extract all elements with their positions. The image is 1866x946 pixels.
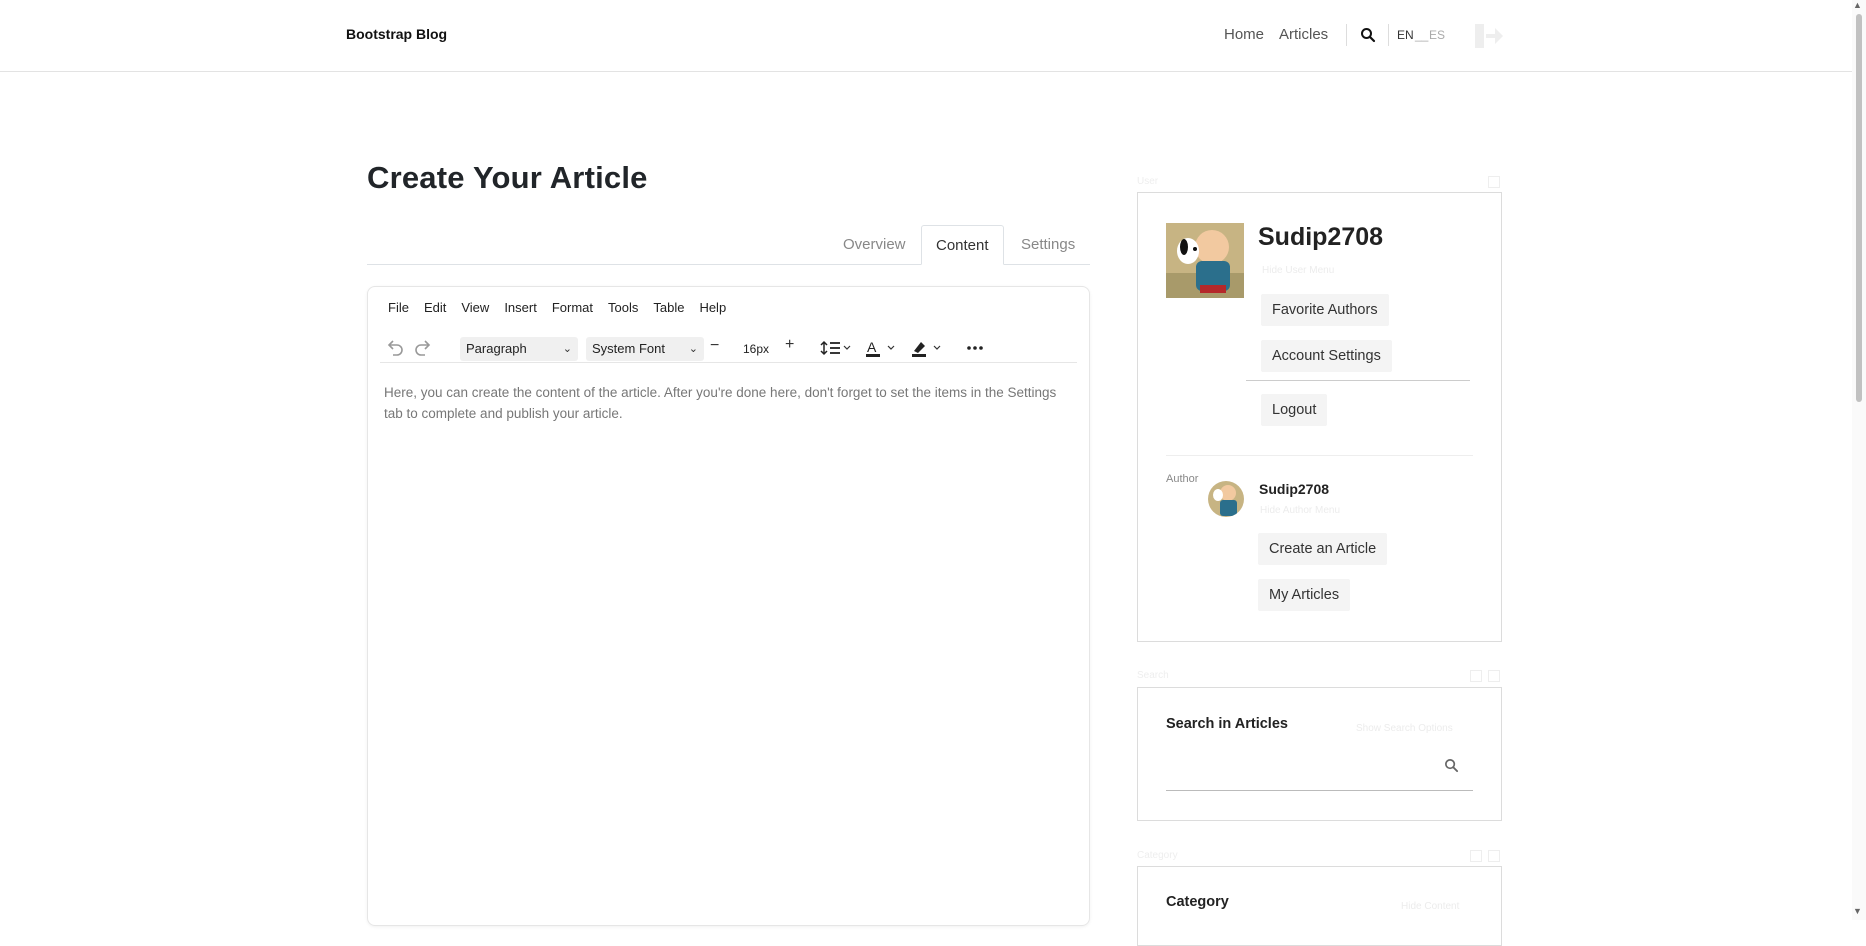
- category-card-title: Category: [1166, 894, 1229, 910]
- tab-overview[interactable]: Overview: [829, 225, 920, 265]
- lang-es-link[interactable]: ES: [1429, 28, 1445, 42]
- logout-button[interactable]: Logout: [1261, 394, 1328, 426]
- menu-file[interactable]: File: [388, 300, 409, 315]
- text-color-icon[interactable]: A: [864, 337, 900, 359]
- category-card: Category Hide Content: [1137, 866, 1502, 946]
- brand-logo[interactable]: Bootstrap Blog: [346, 26, 447, 42]
- tab-content[interactable]: Content: [921, 225, 1004, 265]
- my-articles-button[interactable]: My Articles: [1258, 579, 1351, 611]
- user-name: Sudip2708: [1258, 223, 1384, 251]
- menu-table[interactable]: Table: [653, 300, 684, 315]
- editor-toolbar: Paragraph ⌄ System Font ⌄ − 16px + A: [380, 333, 1077, 363]
- font-size-decrease-button[interactable]: −: [710, 337, 719, 355]
- nav-divider: [1388, 24, 1389, 46]
- menu-view[interactable]: View: [461, 300, 489, 315]
- logout-icon[interactable]: [1474, 22, 1504, 50]
- editor-menubar: File Edit View Insert Format Tools Table…: [388, 300, 741, 315]
- menu-format[interactable]: Format: [552, 300, 593, 315]
- account-settings-button[interactable]: Account Settings: [1261, 340, 1392, 372]
- font-size-increase-button[interactable]: +: [785, 336, 794, 354]
- user-section-label: User: [1137, 176, 1159, 187]
- tab-settings[interactable]: Settings: [1007, 225, 1089, 265]
- block-format-select[interactable]: Paragraph ⌄: [460, 337, 578, 361]
- search-card: Search in Articles Show Search Options: [1137, 687, 1502, 821]
- chevron-down-icon: ⌄: [688, 343, 698, 355]
- expand-box-icon[interactable]: [1470, 670, 1482, 682]
- author-name: Sudip2708: [1259, 481, 1330, 497]
- hide-user-menu-link[interactable]: Hide User Menu: [1262, 265, 1334, 276]
- more-options-icon[interactable]: [964, 337, 986, 359]
- chevron-down-icon: ⌄: [562, 343, 572, 355]
- section-divider: [1166, 455, 1473, 456]
- nav-home-link[interactable]: Home: [1224, 26, 1264, 43]
- menu-help[interactable]: Help: [699, 300, 726, 315]
- author-avatar: [1208, 481, 1244, 517]
- font-size-value[interactable]: 16px: [743, 342, 769, 356]
- hide-author-menu-link[interactable]: Hide Author Menu: [1260, 505, 1340, 516]
- nav-articles-link[interactable]: Articles: [1279, 26, 1328, 43]
- user-menu-divider: [1246, 380, 1470, 381]
- category-section-label: Category: [1137, 850, 1178, 861]
- menu-tools[interactable]: Tools: [608, 300, 638, 315]
- search-section-label: Search: [1137, 670, 1169, 681]
- search-input[interactable]: [1166, 790, 1473, 791]
- editor-content-area[interactable]: Here, you can create the content of the …: [384, 382, 1074, 424]
- expand-box-icon[interactable]: [1470, 850, 1482, 862]
- article-tabs: Overview Content Settings: [367, 225, 1090, 265]
- search-icon[interactable]: [1360, 27, 1376, 43]
- show-search-options-link[interactable]: Show Search Options: [1356, 723, 1453, 734]
- line-height-icon[interactable]: [820, 337, 854, 359]
- font-family-select[interactable]: System Font ⌄: [586, 337, 704, 361]
- collapse-box-icon[interactable]: [1488, 850, 1500, 862]
- redo-icon[interactable]: [412, 337, 434, 359]
- svg-text:A: A: [867, 339, 877, 355]
- scroll-up-arrow-icon[interactable]: ▲: [1853, 0, 1862, 10]
- scroll-down-arrow-icon[interactable]: ▼: [1853, 906, 1862, 916]
- user-avatar: [1166, 223, 1244, 298]
- font-family-value: System Font: [592, 341, 665, 356]
- top-navbar: Bootstrap Blog Home Articles EN __ ES: [0, 0, 1852, 72]
- hide-content-link[interactable]: Hide Content: [1401, 901, 1459, 912]
- nav-divider: [1346, 24, 1347, 46]
- highlight-color-icon[interactable]: [910, 337, 946, 359]
- undo-icon[interactable]: [384, 337, 406, 359]
- menu-edit[interactable]: Edit: [424, 300, 446, 315]
- menu-insert[interactable]: Insert: [504, 300, 537, 315]
- search-icon[interactable]: [1444, 758, 1459, 773]
- block-format-value: Paragraph: [466, 341, 527, 356]
- search-card-title: Search in Articles: [1166, 716, 1288, 732]
- user-card: Sudip2708 Hide User Menu Favorite Author…: [1137, 192, 1502, 642]
- create-article-button[interactable]: Create an Article: [1258, 533, 1388, 565]
- collapse-box-icon[interactable]: [1488, 670, 1500, 682]
- page-title: Create Your Article: [367, 160, 648, 195]
- favorite-authors-button[interactable]: Favorite Authors: [1261, 294, 1389, 326]
- lang-separator: __: [1415, 28, 1429, 42]
- author-label: Author: [1166, 473, 1199, 485]
- rich-text-editor: File Edit View Insert Format Tools Table…: [367, 286, 1090, 926]
- scrollbar-thumb[interactable]: [1856, 14, 1862, 402]
- lang-en-link[interactable]: EN: [1397, 28, 1414, 42]
- collapse-box-icon[interactable]: [1488, 176, 1500, 188]
